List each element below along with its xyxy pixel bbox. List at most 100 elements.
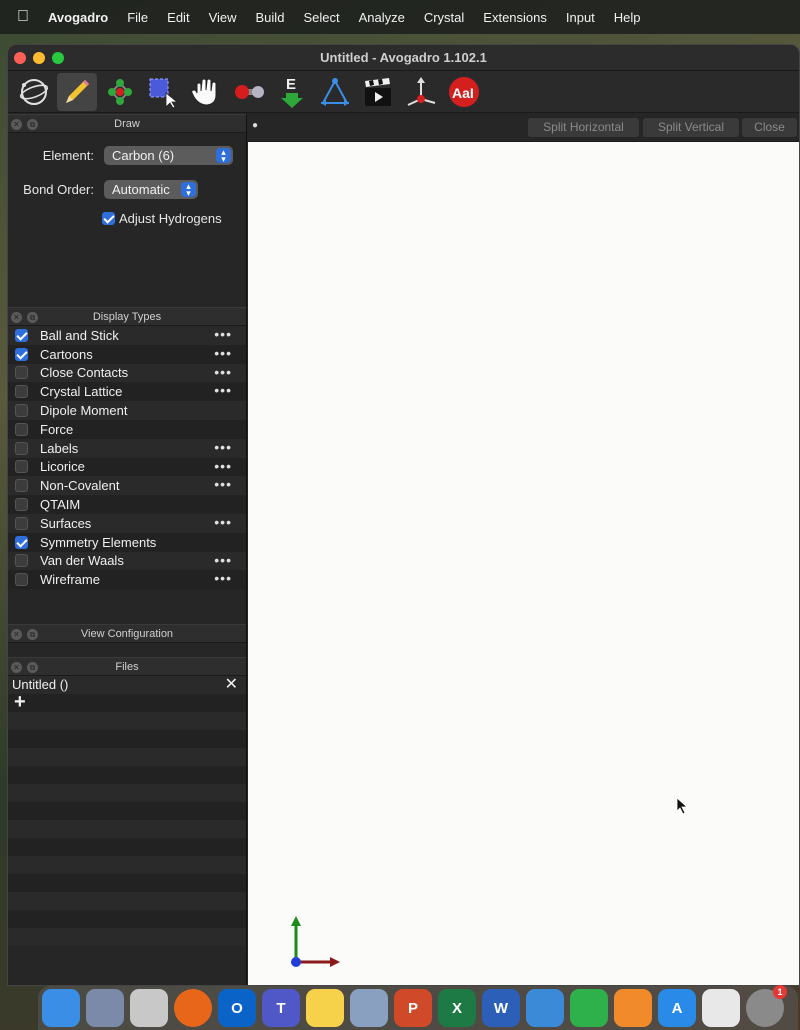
display-type-labels[interactable]: Labels ••• <box>8 438 246 458</box>
panel-close-icon[interactable]: ✕ <box>11 119 22 130</box>
options-more-icon[interactable]: ••• <box>214 439 232 455</box>
display-type-non-covalent[interactable]: Non-Covalent ••• <box>8 476 246 496</box>
element-select[interactable]: Carbon (6) ▴ ▾ <box>104 146 233 165</box>
display-type-checkbox[interactable] <box>15 573 28 587</box>
display-type-checkbox[interactable] <box>15 535 28 549</box>
display-type-checkbox[interactable] <box>15 479 28 493</box>
display-type-checkbox[interactable] <box>15 366 28 380</box>
window-zoom-button[interactable] <box>52 52 64 64</box>
align-tool-button[interactable] <box>401 73 441 111</box>
close-file-icon[interactable]: ✕ <box>225 676 238 694</box>
options-more-icon[interactable]: ••• <box>214 345 232 361</box>
keynote-icon[interactable] <box>526 989 564 1027</box>
display-type-licorice[interactable]: Licorice ••• <box>8 457 246 477</box>
apple-logo-icon[interactable]:  <box>16 8 30 26</box>
preview-icon[interactable] <box>86 989 124 1027</box>
slack-icon[interactable] <box>702 989 740 1027</box>
settings-gear-icon[interactable]: 1 <box>746 985 787 1027</box>
close-view-button[interactable]: Close <box>742 118 797 137</box>
manipulate-tool-button[interactable] <box>186 73 226 111</box>
select-tool-button[interactable] <box>143 73 183 111</box>
menu-extensions[interactable]: Extensions <box>483 10 547 25</box>
options-more-icon[interactable]: ••• <box>214 552 232 568</box>
active-view-tab-icon[interactable]: ● <box>252 120 258 131</box>
word-icon[interactable]: W <box>482 989 520 1027</box>
template-tool-button[interactable] <box>100 73 140 111</box>
options-more-icon[interactable]: ••• <box>214 570 232 586</box>
app-store-icon[interactable]: A <box>658 989 696 1027</box>
panel-close-icon[interactable]: ✕ <box>11 629 22 640</box>
display-type-checkbox[interactable] <box>15 347 28 361</box>
photos-icon[interactable] <box>350 989 388 1027</box>
display-type-surfaces[interactable]: Surfaces ••• <box>8 513 246 533</box>
panel-float-icon[interactable]: ⧉ <box>27 662 38 673</box>
display-types-header[interactable]: ✕ ⧉ Display Types <box>8 307 246 326</box>
firefox-icon[interactable] <box>174 989 212 1027</box>
animation-tool-button[interactable] <box>358 73 398 111</box>
outlook-icon[interactable]: O <box>218 989 256 1027</box>
menu-build[interactable]: Build <box>256 10 285 25</box>
launchpad-icon[interactable] <box>130 989 168 1027</box>
menu-help[interactable]: Help <box>614 10 641 25</box>
menu-edit[interactable]: Edit <box>167 10 189 25</box>
display-type-crystal-lattice[interactable]: Crystal Lattice ••• <box>8 382 246 402</box>
menu-input[interactable]: Input <box>566 10 595 25</box>
menu-crystal[interactable]: Crystal <box>424 10 464 25</box>
teams-icon[interactable]: T <box>262 989 300 1027</box>
display-type-checkbox[interactable] <box>15 422 28 436</box>
powerpoint-icon[interactable]: P <box>394 989 432 1027</box>
menu-select[interactable]: Select <box>303 10 339 25</box>
draw-panel-header[interactable]: ✕ ⧉ Draw <box>8 114 246 133</box>
files-panel-header[interactable]: ✕ ⧉ Files <box>8 657 246 676</box>
display-type-checkbox[interactable] <box>15 460 28 474</box>
display-type-symmetry-elements[interactable]: Symmetry Elements <box>8 532 246 552</box>
options-more-icon[interactable]: ••• <box>214 514 232 530</box>
panel-float-icon[interactable]: ⧉ <box>27 119 38 130</box>
bond-centric-tool-button[interactable] <box>229 73 269 111</box>
bond-order-select[interactable]: Automatic ▴ ▾ <box>104 180 198 199</box>
display-type-force[interactable]: Force <box>8 419 246 439</box>
finder-icon[interactable] <box>42 989 80 1027</box>
notes-icon[interactable] <box>306 989 344 1027</box>
window-titlebar[interactable]: Untitled - Avogadro 1.102.1 <box>8 45 799 71</box>
draw-tool-button[interactable] <box>57 72 97 111</box>
panel-close-icon[interactable]: ✕ <box>11 312 22 323</box>
pages-icon[interactable] <box>614 989 652 1027</box>
navigate-tool-button[interactable] <box>14 73 54 111</box>
measure-tool-button[interactable] <box>315 73 355 111</box>
display-type-wireframe[interactable]: Wireframe ••• <box>8 570 246 590</box>
display-type-checkbox[interactable] <box>15 404 28 418</box>
add-file-icon[interactable]: + <box>12 691 26 713</box>
menu-view[interactable]: View <box>209 10 237 25</box>
auto-optimize-tool-button[interactable]: E <box>272 73 312 111</box>
display-type-ball-and-stick[interactable]: Ball and Stick ••• <box>8 326 246 345</box>
display-type-qtaim[interactable]: QTAIM <box>8 495 246 514</box>
options-more-icon[interactable]: ••• <box>214 476 232 492</box>
display-type-van-der-waals[interactable]: Van der Waals ••• <box>8 551 246 571</box>
menu-file[interactable]: File <box>127 10 148 25</box>
file-item-untitled[interactable]: Untitled () ✕ <box>8 676 246 694</box>
adjust-hydrogens-checkbox[interactable] <box>102 212 115 225</box>
app-menu-avogadro[interactable]: Avogadro <box>48 10 108 25</box>
display-type-checkbox[interactable] <box>15 516 28 530</box>
menu-analyze[interactable]: Analyze <box>359 10 405 25</box>
split-vertical-button[interactable]: Split Vertical <box>643 118 739 137</box>
window-minimize-button[interactable] <box>33 52 45 64</box>
display-type-checkbox[interactable] <box>15 498 28 512</box>
excel-icon[interactable]: X <box>438 989 476 1027</box>
panel-float-icon[interactable]: ⧉ <box>27 312 38 323</box>
view-configuration-header[interactable]: ✕ ⧉ View Configuration <box>8 624 246 643</box>
display-type-checkbox[interactable] <box>15 554 28 568</box>
options-more-icon[interactable]: ••• <box>214 382 232 398</box>
panel-close-icon[interactable]: ✕ <box>11 662 22 673</box>
options-more-icon[interactable]: ••• <box>214 458 232 474</box>
display-type-checkbox[interactable] <box>15 441 28 455</box>
numbers-icon[interactable] <box>570 989 608 1027</box>
molecule-3d-viewport[interactable] <box>248 142 799 985</box>
display-type-cartoons[interactable]: Cartoons ••• <box>8 344 246 364</box>
options-more-icon[interactable]: ••• <box>214 364 232 380</box>
display-type-checkbox[interactable] <box>15 385 28 399</box>
display-type-checkbox[interactable] <box>15 328 28 342</box>
display-type-close-contacts[interactable]: Close Contacts ••• <box>8 363 246 383</box>
window-close-button[interactable] <box>14 52 26 64</box>
